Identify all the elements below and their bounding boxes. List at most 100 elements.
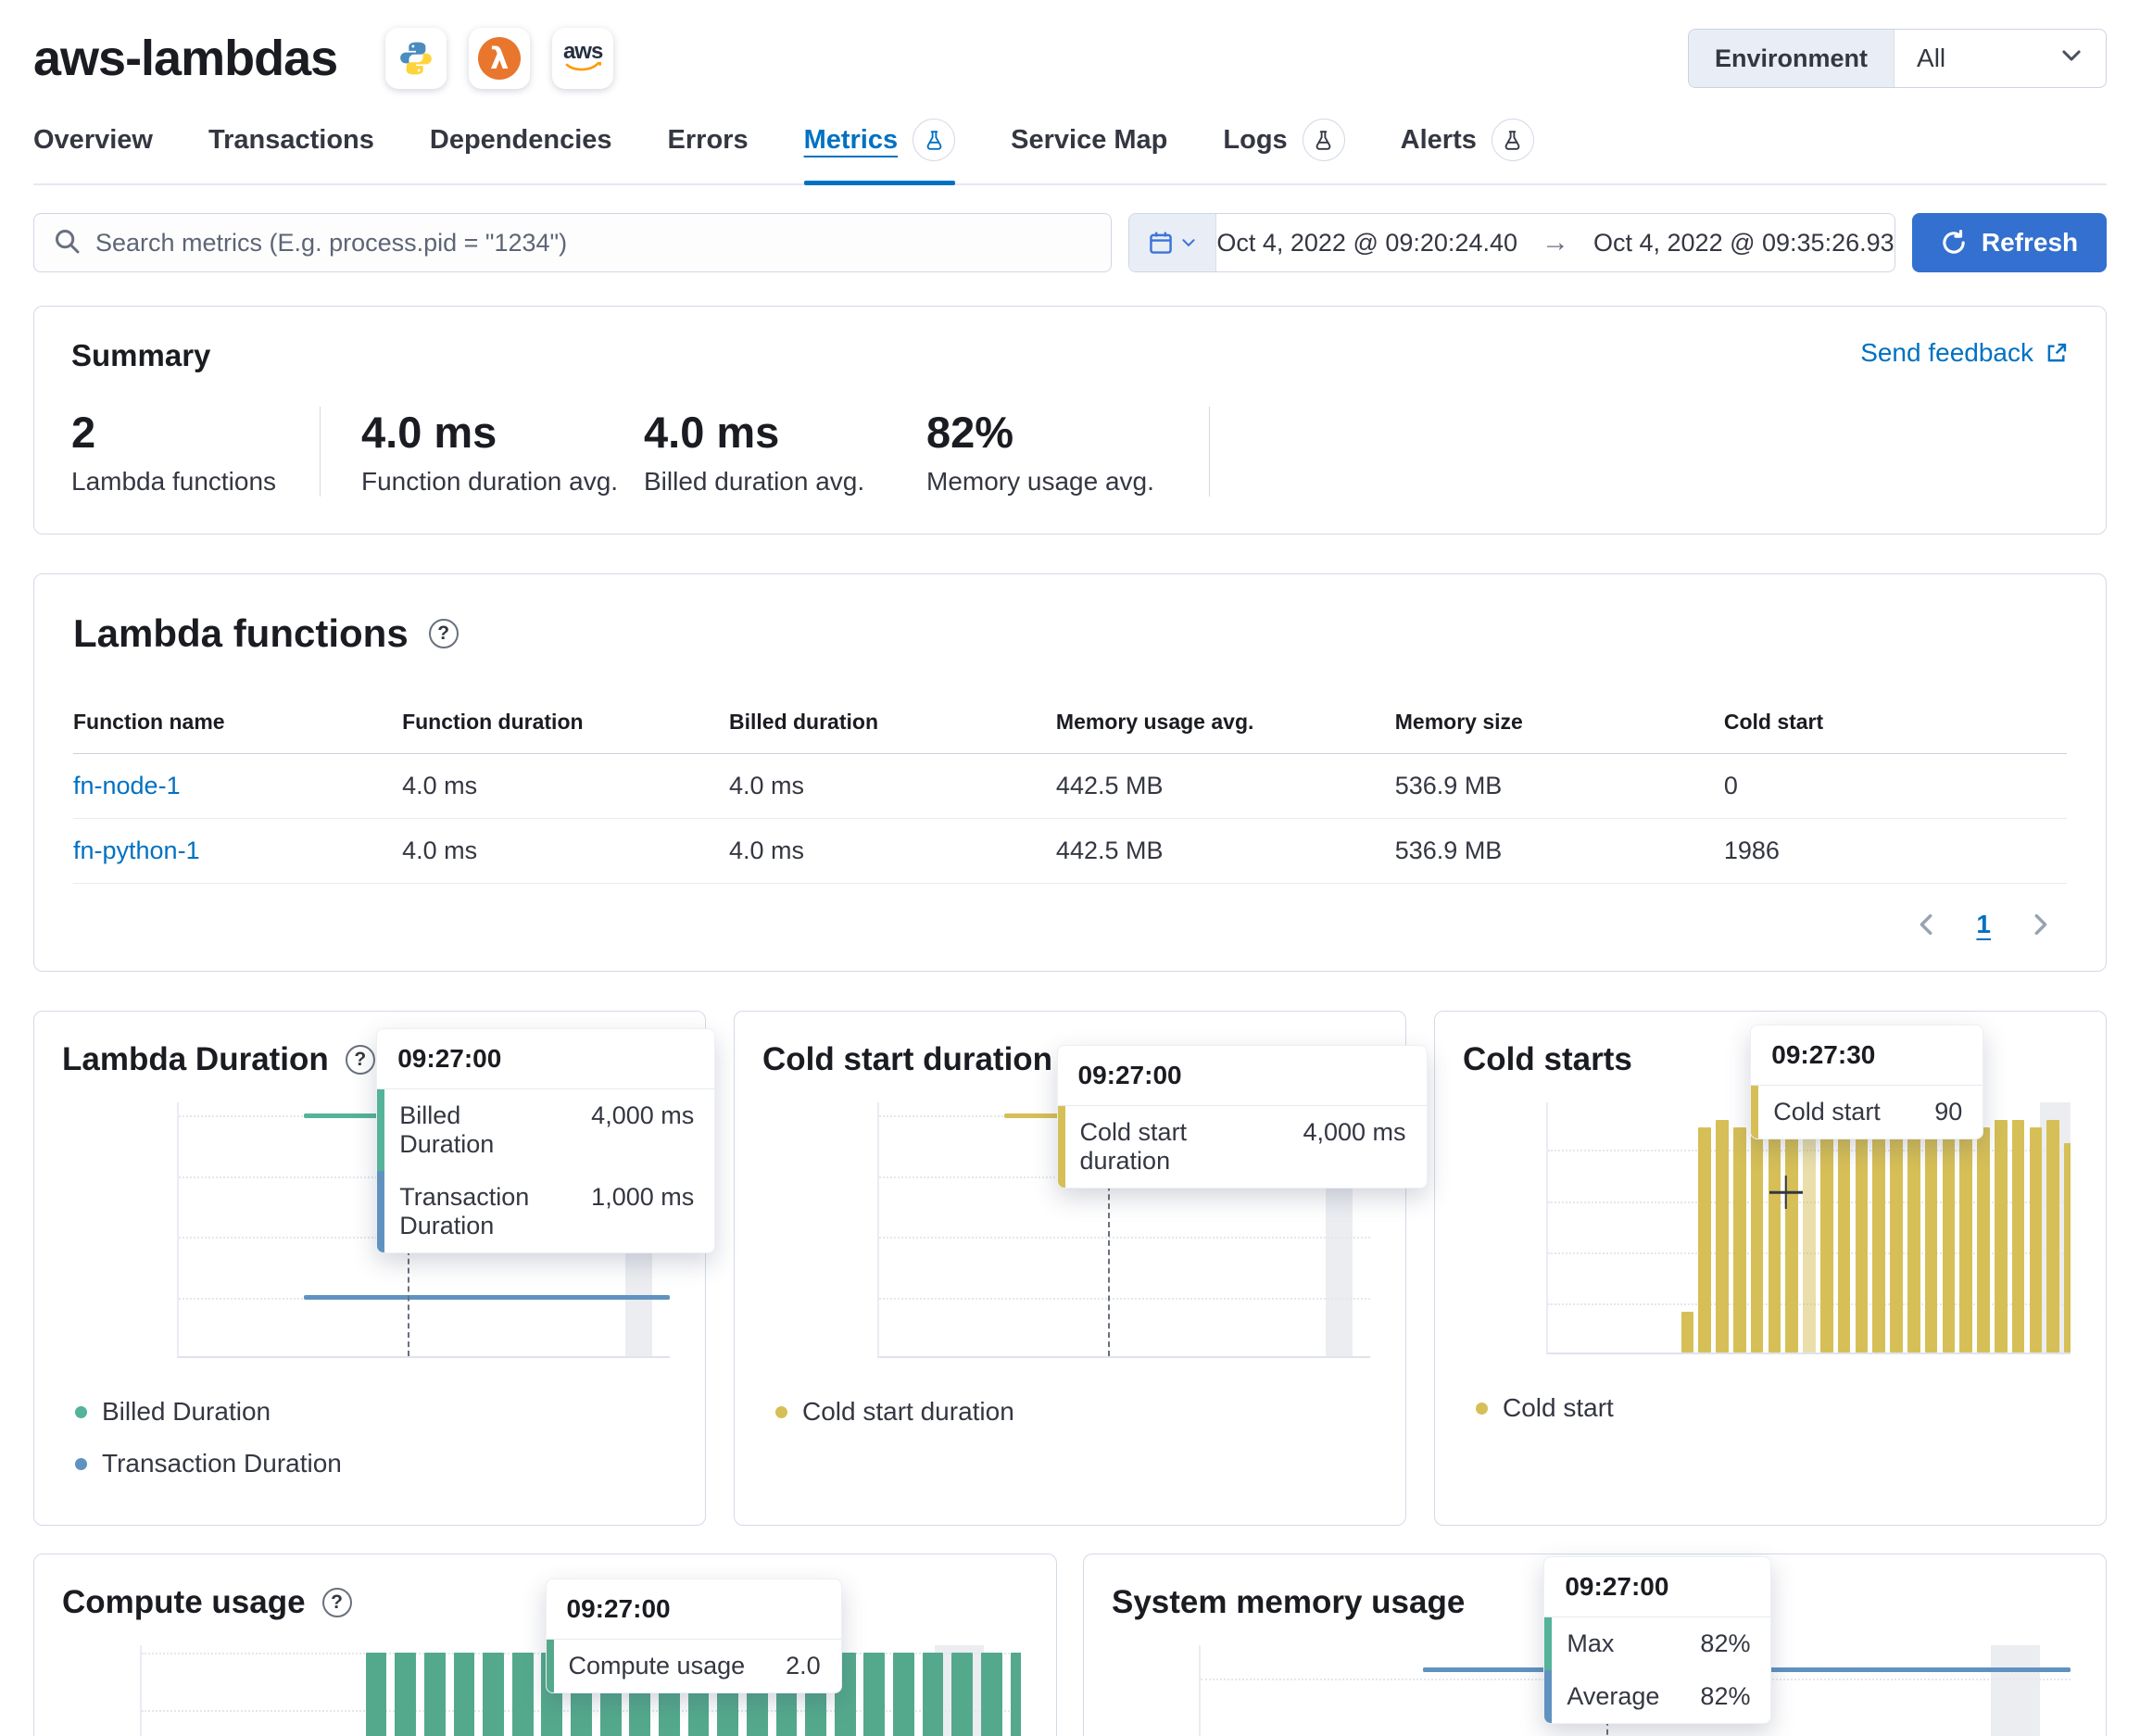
summary-stat-memory-usage-avg-: 82%Memory usage avg. — [926, 407, 1209, 497]
refresh-icon — [1941, 230, 1967, 256]
bar-cold-start[interactable] — [1995, 1120, 2008, 1352]
beaker-icon[interactable] — [1303, 119, 1345, 161]
tab-errors[interactable]: Errors — [668, 119, 749, 183]
function-name-link[interactable]: fn-node-1 — [73, 772, 402, 800]
bar-cold-start[interactable] — [2046, 1120, 2059, 1352]
bar-compute-usage[interactable] — [366, 1653, 387, 1736]
column-header-function-name[interactable]: Function name — [73, 710, 402, 735]
tab-overview[interactable]: Overview — [33, 119, 153, 183]
next-page-button[interactable] — [2026, 911, 2054, 938]
tab-logs[interactable]: Logs — [1223, 119, 1344, 183]
bar-compute-usage[interactable] — [512, 1653, 534, 1736]
tooltip-series-color — [1544, 1670, 1552, 1723]
apm-service-metrics-page: aws-lambdas λ aws Environment All — [0, 0, 2140, 1736]
bar-compute-usage[interactable] — [424, 1653, 446, 1736]
bar-compute-usage[interactable] — [863, 1653, 885, 1736]
bar-cold-start[interactable] — [1943, 1127, 1956, 1352]
search-icon — [53, 227, 81, 259]
bar-cold-start[interactable] — [2012, 1120, 2025, 1352]
bar-cold-start[interactable] — [1890, 1120, 1903, 1352]
bar-cold-start[interactable] — [1716, 1120, 1729, 1352]
bar-cold-start[interactable] — [2064, 1143, 2071, 1352]
bar-compute-usage[interactable] — [454, 1653, 475, 1736]
date-range-start[interactable]: Oct 4, 2022 @ 09:20:24.40 — [1216, 229, 1517, 258]
help-icon[interactable]: ? — [429, 619, 459, 648]
bar-cold-start[interactable] — [1751, 1120, 1764, 1352]
tooltip-series-label: Billed Duration — [384, 1089, 563, 1171]
column-header-function-duration[interactable]: Function duration — [402, 710, 729, 735]
tab-label: Transactions — [208, 125, 374, 156]
environment-select-value[interactable]: All — [1895, 30, 2106, 87]
bar-cold-start[interactable] — [1820, 1120, 1833, 1352]
date-range-end[interactable]: Oct 4, 2022 @ 09:35:26.93 — [1593, 229, 1895, 258]
beaker-icon[interactable] — [1492, 119, 1534, 161]
bar-cold-start[interactable] — [1733, 1127, 1746, 1352]
legend-item-cold-start[interactable]: Cold start — [1476, 1393, 2078, 1423]
bar-cold-start[interactable] — [1925, 1120, 1938, 1352]
bar-compute-usage[interactable] — [483, 1653, 504, 1736]
environment-select[interactable]: Environment All — [1688, 29, 2107, 88]
legend-item-billed-duration[interactable]: Billed Duration — [75, 1397, 677, 1427]
page-number-1[interactable]: 1 — [1976, 910, 1991, 939]
charts-row-top: Lambda Duration?0 ms1,000 ms2,000 ms3,00… — [33, 1011, 2107, 1526]
legend-item-transaction-duration[interactable]: Transaction Duration — [75, 1449, 677, 1478]
crosshair-cursor-icon — [1769, 1176, 1803, 1209]
tab-transactions[interactable]: Transactions — [208, 119, 374, 183]
tab-label: Dependencies — [430, 125, 612, 156]
send-feedback-link[interactable]: Send feedback — [1860, 338, 2069, 368]
legend-label: Billed Duration — [102, 1397, 271, 1427]
series-line-transaction-duration[interactable] — [304, 1295, 670, 1300]
tooltip-series-label: Transaction Duration — [384, 1171, 563, 1252]
search-metrics-box[interactable] — [33, 213, 1112, 272]
bar-cold-start[interactable] — [1769, 1127, 1781, 1352]
bar-compute-usage[interactable] — [1011, 1653, 1021, 1736]
divider — [1209, 407, 1210, 497]
search-metrics-input[interactable] — [95, 229, 1092, 258]
column-header-memory-size[interactable]: Memory size — [1395, 710, 1724, 735]
chart-tooltip: 09:27:30Cold start90 — [1750, 1025, 1983, 1139]
column-header-memory-usage-avg-[interactable]: Memory usage avg. — [1056, 710, 1395, 735]
bar-cold-start[interactable] — [1907, 1127, 1920, 1352]
tab-dependencies[interactable]: Dependencies — [430, 119, 612, 183]
chart-title: Lambda Duration — [62, 1041, 329, 1078]
environment-select-label: Environment — [1689, 30, 1895, 87]
tooltip-series-value: 1,000 ms — [563, 1171, 714, 1252]
table-cell: 442.5 MB — [1056, 772, 1395, 800]
legend-item-cold-start-duration[interactable]: Cold start duration — [775, 1397, 1378, 1427]
quick-select-date-button[interactable] — [1129, 214, 1216, 271]
help-icon[interactable]: ? — [346, 1045, 375, 1075]
bar-compute-usage[interactable] — [951, 1653, 973, 1736]
tab-alerts[interactable]: Alerts — [1401, 119, 1534, 183]
bar-cold-start[interactable] — [1681, 1312, 1694, 1352]
bar-cold-start[interactable] — [1959, 1120, 1972, 1352]
bar-cold-start[interactable] — [1838, 1127, 1851, 1352]
bar-cold-start[interactable] — [1803, 1123, 1816, 1352]
beaker-icon[interactable] — [913, 119, 955, 161]
bar-compute-usage[interactable] — [893, 1653, 914, 1736]
refresh-button-label: Refresh — [1982, 228, 2078, 258]
stat-value: 4.0 ms — [644, 407, 926, 458]
date-range-display[interactable]: Oct 4, 2022 @ 09:20:24.40 → Oct 4, 2022 … — [1216, 214, 1895, 271]
bar-compute-usage[interactable] — [923, 1653, 944, 1736]
bar-cold-start[interactable] — [1785, 1120, 1798, 1352]
tooltip-series-color — [377, 1089, 384, 1171]
help-icon[interactable]: ? — [322, 1588, 352, 1617]
table-cell: 4.0 ms — [402, 837, 729, 865]
legend-dot — [75, 1406, 87, 1418]
bar-cold-start[interactable] — [1698, 1127, 1711, 1352]
previous-page-button[interactable] — [1913, 911, 1941, 938]
function-name-link[interactable]: fn-python-1 — [73, 837, 402, 865]
date-range-picker[interactable]: Oct 4, 2022 @ 09:20:24.40 → Oct 4, 2022 … — [1128, 213, 1895, 272]
bar-compute-usage[interactable] — [395, 1653, 416, 1736]
refresh-button[interactable]: Refresh — [1912, 213, 2107, 272]
bar-cold-start[interactable] — [1856, 1120, 1869, 1352]
column-header-cold-start[interactable]: Cold start — [1724, 710, 2067, 735]
bar-compute-usage[interactable] — [981, 1653, 1002, 1736]
stat-value: 2 — [71, 407, 320, 458]
tab-metrics[interactable]: Metrics — [804, 119, 956, 183]
bar-cold-start[interactable] — [2030, 1127, 2043, 1352]
tab-service-map[interactable]: Service Map — [1011, 119, 1167, 183]
bar-cold-start[interactable] — [1977, 1127, 1990, 1352]
bar-cold-start[interactable] — [1872, 1127, 1885, 1352]
column-header-billed-duration[interactable]: Billed duration — [729, 710, 1056, 735]
